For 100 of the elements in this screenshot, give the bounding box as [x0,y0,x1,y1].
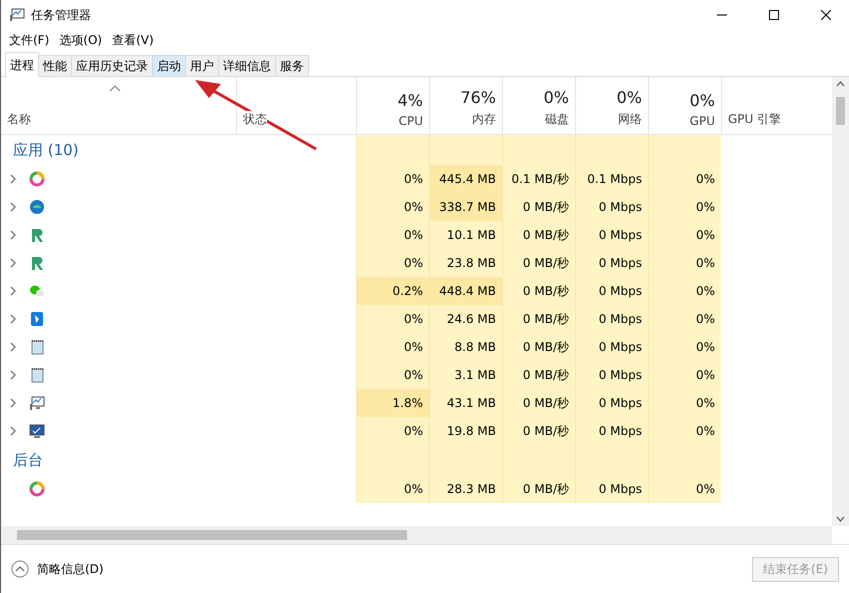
table-cell: 0.1 MB/秒 [502,165,575,193]
tab[interactable]: 进程 [5,52,39,77]
menu-item[interactable]: 选项(O) [54,30,108,50]
column-percent: 0% [544,88,569,107]
expand-chevron-icon[interactable] [9,314,17,324]
table-cell: 24.6 MB [429,305,502,333]
scroll-thumb[interactable] [17,530,407,540]
group-title: 应用 (10) [12,140,79,160]
table-cell: 0 Mbps [575,417,648,445]
details-toggle[interactable]: 简略信息(D) [11,560,744,578]
column-header[interactable]: GPU [690,114,715,128]
close-icon [821,10,831,20]
expand-chevron-icon[interactable] [9,286,17,296]
table-cell: 0% [648,389,721,417]
table-cell: 23.8 MB [429,249,502,277]
table-cell: 0% [356,165,429,193]
notepad-icon [29,339,45,355]
maximize-icon [769,10,779,20]
menu-item[interactable]: 查看(V) [107,30,159,50]
expand-chevron-icon[interactable] [9,202,17,212]
table-cell: 448.4 MB [429,277,502,305]
monitor-chart-icon [9,8,25,22]
table-cell: 0.2% [356,277,429,305]
table-cell: 0 MB/秒 [502,193,575,221]
table-cell: 0 Mbps [575,249,648,277]
table-cell: 338.7 MB [429,193,502,221]
tab[interactable]: 应用历史记录 [71,55,153,76]
expand-chevron-icon[interactable] [9,342,17,352]
table-cell: 0% [648,305,721,333]
table-cell: 0 Mbps [575,389,648,417]
table-cell: 3.1 MB [429,361,502,389]
table-cell: 0 MB/秒 [502,249,575,277]
bookmark-icon [29,311,45,327]
table-cell: 0 Mbps [575,475,648,503]
tab[interactable]: 用户 [185,55,219,76]
column-header[interactable]: CPU [398,114,423,128]
ring-icon [29,481,45,497]
table-cell: 10.1 MB [429,221,502,249]
column-percent: 0% [690,91,715,110]
table-cell: 19.8 MB [429,417,502,445]
table-cell: 0% [648,277,721,305]
r-logo-icon [29,255,45,271]
table-cell: 0% [356,221,429,249]
table-cell: 43.1 MB [429,389,502,417]
table-cell: 0 MB/秒 [502,277,575,305]
window-title: 任务管理器 [31,6,92,24]
table-cell: 0% [648,249,721,277]
r-logo-icon [29,227,45,243]
table-cell: 0% [356,193,429,221]
collapse-icon [11,560,29,578]
table-cell: 0 MB/秒 [502,221,575,249]
column-percent: 0% [616,88,642,107]
table-cell: 0 MB/秒 [502,389,575,417]
vertical-scrollbar[interactable] [832,77,849,526]
browser-icon [29,199,45,215]
expand-chevron-icon[interactable] [9,230,17,240]
expand-chevron-icon[interactable] [9,426,17,436]
column-header[interactable]: GPU 引擎 [728,111,782,128]
notepad-icon [29,367,45,383]
table-cell: 0 Mbps [575,333,648,361]
table-cell: 0% [648,221,721,249]
table-cell: 1.8% [356,389,429,417]
table-cell: 0 MB/秒 [502,361,575,389]
table-cell: 0% [356,249,429,277]
table-cell: 0% [648,417,721,445]
column-percent: 4% [398,91,423,110]
table-cell: 0% [648,193,721,221]
table-cell: 0% [356,475,429,503]
tab[interactable]: 性能 [38,55,72,76]
horizontal-scrollbar[interactable] [1,526,832,544]
table-cell: 0 Mbps [575,221,648,249]
table-cell: 0% [356,361,429,389]
table-cell: 0% [648,333,721,361]
table-cell: 445.4 MB [429,165,502,193]
expand-chevron-icon[interactable] [9,174,17,184]
column-percent: 76% [460,88,496,107]
expand-chevron-icon[interactable] [9,370,17,380]
tab[interactable]: 启动 [152,55,186,76]
ring-icon [29,171,45,187]
tab[interactable]: 详细信息 [218,55,276,76]
expand-chevron-icon[interactable] [9,398,17,408]
table-cell: 0 Mbps [575,193,648,221]
table-cell: 0% [648,475,721,503]
monitor-chart-icon [29,395,45,411]
expand-chevron-icon[interactable] [9,258,17,268]
table-cell: 0 MB/秒 [502,333,575,361]
column-header[interactable]: 状态 [243,111,267,128]
table-cell: 0 Mbps [575,361,648,389]
tab[interactable]: 服务 [275,55,309,76]
scroll-thumb[interactable] [836,97,845,125]
table-cell: 0% [356,417,429,445]
table-cell: 0 MB/秒 [502,417,575,445]
table-cell: 0.1 Mbps [575,165,648,193]
group-title: 后台 [12,450,43,470]
table-cell: 0% [356,333,429,361]
table-cell: 0 Mbps [575,305,648,333]
menu-item[interactable]: 文件(F) [4,30,54,50]
monitor-icon [29,423,45,439]
sort-caret-icon[interactable] [109,85,121,92]
table-cell: 0 Mbps [575,277,648,305]
